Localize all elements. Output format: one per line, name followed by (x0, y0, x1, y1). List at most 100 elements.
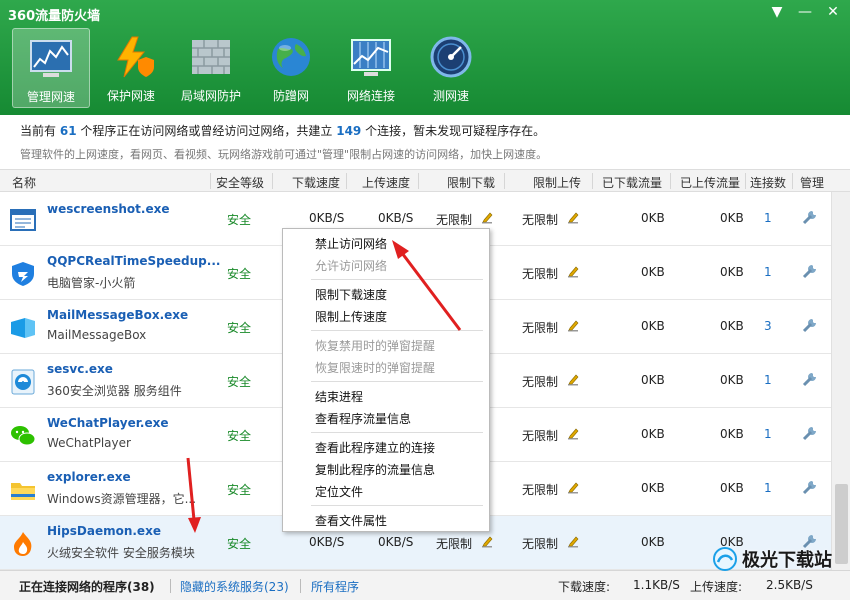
wrench-icon[interactable] (802, 209, 818, 225)
limit-upload: 无限制 (522, 429, 559, 443)
col-uploaded[interactable]: 已上传流量 (680, 174, 740, 191)
tab-all-programs[interactable]: 所有程序 (311, 578, 359, 595)
tencent-pc-manager-icon (12, 262, 34, 286)
nav-anti-leech[interactable]: 防蹭网 (252, 28, 330, 108)
col-connections[interactable]: 连接数 (750, 174, 786, 191)
nav-label: 局域网防护 (180, 89, 241, 103)
edit-limit-upload-icon[interactable] (567, 373, 579, 386)
col-safety[interactable]: 安全等级 (216, 174, 264, 191)
menu-item-allow-network: 允许访问网络 (315, 259, 388, 273)
wrench-icon[interactable] (802, 479, 818, 495)
upload-speed: 0KB/S (378, 535, 414, 549)
col-download-speed[interactable]: 下载速度 (292, 174, 340, 191)
menu-item-limit-download[interactable]: 限制下载速度 (315, 286, 387, 303)
edit-limit-upload-icon[interactable] (567, 427, 579, 440)
edit-limit-download-icon[interactable] (481, 211, 493, 224)
vertical-scrollbar[interactable] (831, 192, 850, 570)
nav-speed-test[interactable]: 测网速 (412, 28, 490, 108)
uploaded: 0KB (720, 211, 744, 225)
menu-item-limit-upload[interactable]: 限制上传速度 (315, 308, 387, 325)
menu-separator (311, 381, 483, 382)
folder-icon (11, 483, 35, 500)
lightning-shield-icon (117, 36, 154, 78)
speed-monitor-icon (30, 40, 72, 77)
wrench-icon[interactable] (802, 371, 818, 387)
connection-count[interactable]: 3 (764, 319, 772, 333)
safety-level: 安全 (227, 483, 252, 497)
edit-limit-upload-icon[interactable] (567, 535, 579, 548)
edit-limit-download-icon[interactable] (481, 535, 493, 548)
edit-limit-upload-icon[interactable] (567, 211, 579, 224)
nav-protect-speed[interactable]: 保护网速 (92, 28, 170, 108)
program-desc: Windows资源管理器，它... (47, 492, 197, 506)
wrench-icon[interactable] (802, 425, 818, 441)
watermark: 极光下载站 (712, 546, 832, 572)
col-manage[interactable]: 管理 (800, 174, 824, 191)
downloaded: 0KB (641, 481, 665, 495)
360-browser-icon (11, 369, 35, 395)
huorong-flame-icon (14, 532, 32, 556)
col-downloaded[interactable]: 已下载流量 (602, 174, 662, 191)
col-upload-speed[interactable]: 上传速度 (362, 174, 410, 191)
connection-count[interactable]: 1 (764, 211, 772, 225)
edit-limit-upload-icon[interactable] (567, 319, 579, 332)
connection-count[interactable]: 1 (764, 373, 772, 387)
program-count: 61 (59, 124, 77, 138)
downloaded: 0KB (641, 535, 665, 549)
context-menu: 禁止访问网络 允许访问网络 限制下载速度 限制上传速度 恢复禁用时的弹窗提醒 恢… (282, 228, 490, 532)
edit-limit-upload-icon[interactable] (567, 481, 579, 494)
nav-lan-protect[interactable]: 局域网防护 (172, 28, 250, 108)
connection-count[interactable]: 1 (764, 481, 772, 495)
menu-item-copy-traffic[interactable]: 复制此程序的流量信息 (315, 461, 435, 478)
tip-text: 管理软件的上网速度，看网页、看视频、玩网络游戏前可通过"管理"限制占网速的访问网… (20, 148, 548, 161)
connection-count[interactable]: 1 (764, 427, 772, 441)
aurora-logo-icon (713, 547, 737, 571)
menu-item-locate-file[interactable]: 定位文件 (315, 483, 363, 500)
menu-item-block-network[interactable]: 禁止访问网络 (315, 235, 387, 252)
col-name[interactable]: 名称 (12, 174, 36, 191)
edit-limit-upload-icon[interactable] (567, 265, 579, 278)
limit-download: 无限制 (436, 537, 473, 551)
uploaded: 0KB (720, 319, 744, 333)
program-name[interactable]: MailMessageBox.exe (47, 308, 188, 322)
menu-separator (311, 330, 483, 331)
brick-wall-icon (192, 40, 230, 74)
menu-item-view-connections[interactable]: 查看此程序建立的连接 (315, 439, 435, 456)
downloaded: 0KB (641, 427, 665, 441)
menu-item-file-properties[interactable]: 查看文件属性 (315, 512, 387, 529)
menu-icon[interactable]: ▼ (770, 5, 784, 19)
downloaded: 0KB (641, 319, 665, 333)
window-title: 360流量防火墙 (8, 9, 101, 24)
col-limit-upload[interactable]: 限制上传 (533, 174, 581, 191)
menu-item-restore-limit-popup: 恢复限速时的弹窗提醒 (315, 361, 436, 375)
wrench-icon[interactable] (802, 263, 818, 279)
safety-level: 安全 (227, 537, 252, 551)
download-speed: 0KB/S (309, 211, 345, 225)
minimize-icon[interactable]: — (798, 5, 812, 19)
safety-level: 安全 (227, 375, 252, 389)
program-name[interactable]: sesvc.exe (47, 362, 113, 376)
menu-item-view-traffic[interactable]: 查看程序流量信息 (315, 410, 411, 427)
status-summary: 当前有 61 个程序正在访问网络或曾经访问过网络，共建立 149 个连接，暂未发… (0, 115, 850, 170)
menu-item-end-process[interactable]: 结束进程 (315, 388, 363, 405)
program-name[interactable]: HipsDaemon.exe (47, 524, 161, 538)
tab-hidden-services[interactable]: 隐藏的系统服务(23) (180, 578, 289, 595)
program-name[interactable]: wescreenshot.exe (47, 202, 169, 216)
menu-separator (311, 432, 483, 433)
program-name[interactable]: WeChatPlayer.exe (47, 416, 169, 430)
nav-label: 防蹭网 (272, 89, 309, 103)
nav-label: 管理网速 (26, 90, 75, 104)
col-limit-download[interactable]: 限制下载 (447, 174, 495, 191)
tab-connecting-programs[interactable]: 正在连接网络的程序(38) (19, 578, 155, 595)
close-icon[interactable]: ✕ (826, 5, 840, 19)
limit-upload: 无限制 (522, 267, 559, 281)
program-name[interactable]: QQPCRealTimeSpeedup... (47, 254, 220, 268)
wrench-icon[interactable] (802, 317, 818, 333)
scrollbar-thumb[interactable] (835, 484, 848, 564)
program-desc: 火绒安全软件 安全服务模块 (47, 546, 195, 560)
nav-manage-speed[interactable]: 管理网速 (12, 28, 90, 108)
safety-level: 安全 (227, 267, 252, 281)
program-name[interactable]: explorer.exe (47, 470, 131, 484)
nav-connections[interactable]: 网络连接 (332, 28, 410, 108)
connection-count[interactable]: 1 (764, 265, 772, 279)
